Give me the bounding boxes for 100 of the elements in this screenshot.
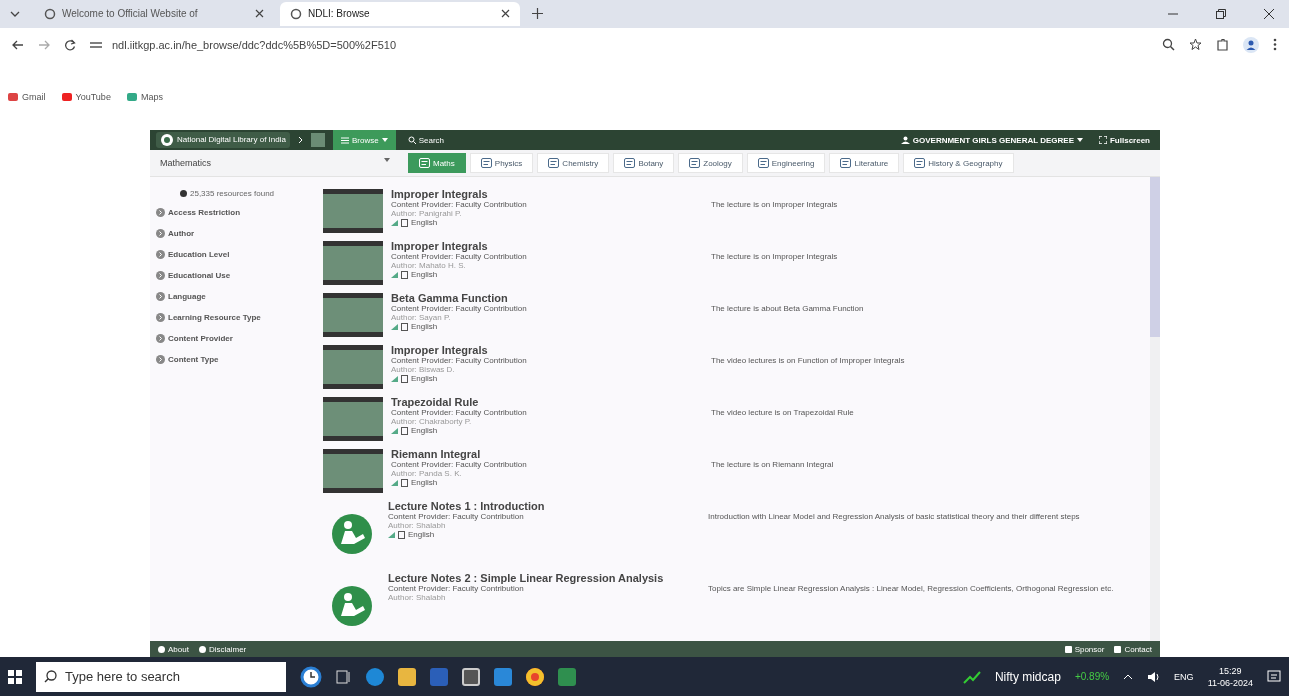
filter-item[interactable]: Learning Resource Type (150, 310, 320, 326)
clock-icon[interactable] (300, 665, 322, 688)
chevron-circle-icon (156, 355, 165, 365)
clock-time[interactable]: 15:29 (1219, 664, 1242, 677)
back-icon[interactable] (12, 39, 24, 50)
list-icon (624, 158, 636, 169)
result-title[interactable]: Improper Integrals (391, 188, 711, 201)
menu-icon[interactable] (1273, 38, 1277, 52)
result-title[interactable]: Improper Integrals (391, 344, 711, 357)
subject-tab[interactable]: Literature (829, 153, 900, 174)
list-icon (548, 158, 560, 169)
fullscreen-button[interactable]: Fullscreen (1095, 135, 1154, 145)
institution-menu[interactable]: GOVERNMENT GIRLS GENERAL DEGREE (896, 135, 1087, 145)
volume-icon[interactable] (1147, 670, 1161, 683)
filter-item[interactable]: Author (150, 226, 320, 242)
result-description: The lecture is on Riemann Integral (711, 459, 835, 472)
tray-chevron-icon[interactable] (1123, 673, 1134, 680)
restore-icon[interactable] (1215, 7, 1227, 20)
author: Author: Biswas D. (391, 365, 456, 375)
subject-dropdown[interactable]: Mathematics (156, 158, 394, 169)
filter-item[interactable]: Content Provider (150, 331, 320, 347)
close-icon[interactable] (1263, 7, 1275, 20)
bookmark[interactable]: Maps (126, 92, 163, 103)
input-language[interactable]: ENG (1174, 671, 1194, 682)
search-link[interactable]: Search (403, 135, 448, 145)
subject-tab[interactable]: Engineering (746, 153, 826, 174)
browser-tab[interactable]: NDLI: Browse (280, 1, 520, 26)
bookmark[interactable]: Gmail (8, 92, 46, 103)
filter-item[interactable]: Education Level (150, 247, 320, 263)
close-icon[interactable] (501, 9, 510, 19)
subject-tab[interactable]: Physics (469, 153, 534, 174)
result-description: The video lecture is on Trapezoidal Rule (711, 407, 855, 420)
result-title[interactable]: Lecture Notes 2 : Simple Linear Regression Analysis (388, 572, 708, 585)
result-title[interactable]: Beta Gamma Function (391, 292, 711, 305)
list-icon (419, 158, 430, 169)
search-icon (44, 670, 57, 684)
address-bar[interactable]: ndl.iitkgp.ac.in/he_browse/ddc?ddc%5B%5D=500%2F510 (90, 31, 1148, 58)
content-provider: Content Provider: Faculty Contribution (391, 356, 528, 366)
menu-icon (340, 136, 349, 144)
subject-tab[interactable]: History & Geography (903, 153, 1014, 174)
browser-tab[interactable]: Welcome to Official Website of (34, 1, 274, 26)
author: Author: Shalabh (388, 521, 447, 531)
notifications-icon[interactable] (1267, 669, 1281, 684)
taskbar-search-box[interactable]: Type here to search (36, 661, 286, 692)
author: Author: Mahato H. S. (391, 261, 467, 271)
content-provider: Content Provider: Faculty Contribution (391, 252, 528, 262)
bookmark-favicon-icon (126, 93, 137, 102)
chevron-icon (297, 136, 303, 145)
new-tab-icon[interactable] (532, 8, 543, 20)
site-logo[interactable]: National Digital Library of India (156, 132, 290, 149)
subject-tab[interactable]: Zoology (678, 153, 743, 174)
filter-item[interactable]: Language (150, 289, 320, 305)
video-thumbnail[interactable] (323, 345, 383, 390)
video-thumbnail[interactable] (323, 189, 383, 234)
task-view-icon[interactable] (336, 668, 352, 685)
footer-link[interactable]: Disclaimer (198, 644, 247, 654)
dot-icon (158, 645, 165, 653)
news-ticker[interactable]: Nifty midcap (994, 669, 1061, 684)
list-icon (840, 158, 852, 169)
video-thumbnail[interactable] (323, 397, 383, 442)
reload-icon[interactable] (64, 38, 76, 51)
video-thumbnail[interactable] (323, 293, 383, 338)
video-thumbnail[interactable] (323, 449, 383, 494)
start-icon[interactable] (8, 669, 22, 684)
subject-tab[interactable]: Chemistry (537, 153, 610, 174)
language: English (411, 322, 438, 333)
video-thumbnail[interactable] (323, 241, 383, 286)
user-icon (900, 136, 910, 145)
result-title[interactable]: Lecture Notes 1 : Introduction (388, 500, 708, 513)
scrollbar[interactable] (1150, 177, 1160, 642)
bookmark[interactable]: YouTube (61, 92, 111, 103)
language: English (411, 478, 438, 489)
ticker-change: +0.89% (1074, 671, 1110, 683)
author: Author: Sayan P. (391, 313, 452, 323)
filter-item[interactable]: Content Type (150, 352, 320, 368)
close-icon[interactable] (255, 9, 264, 19)
browse-menu[interactable]: Browse (332, 130, 396, 151)
result-title[interactable]: Improper Integrals (391, 240, 711, 253)
chevron-circle-icon (156, 313, 165, 323)
star-icon[interactable] (1189, 38, 1202, 52)
zoom-icon[interactable] (1162, 38, 1175, 52)
chevron-circle-icon (156, 208, 165, 218)
profile-icon[interactable] (1243, 36, 1259, 53)
result-title[interactable]: Trapezoidal Rule (391, 396, 711, 409)
result-title[interactable]: Riemann Integral (391, 448, 711, 461)
footer-link[interactable]: Contact (1114, 644, 1152, 654)
circle-logo-icon (160, 133, 174, 148)
filter-item[interactable]: Educational Use (150, 268, 320, 284)
footer-link[interactable]: About (158, 644, 189, 654)
scrollbar-thumb[interactable] (1150, 177, 1160, 338)
language: English (411, 426, 438, 437)
dot-icon (198, 645, 206, 653)
filter-item[interactable]: Access Restriction (150, 205, 320, 221)
subject-tab[interactable]: Maths (408, 153, 466, 174)
footer-link[interactable]: Sponsor (1064, 644, 1105, 654)
site-settings-icon[interactable] (90, 39, 102, 50)
subject-tab[interactable]: Botany (613, 153, 675, 174)
clock-date[interactable]: 11-06-2024 (1207, 676, 1253, 689)
taskbar-search-field[interactable]: Type here to search (63, 668, 267, 686)
chart-up-icon (962, 669, 981, 684)
